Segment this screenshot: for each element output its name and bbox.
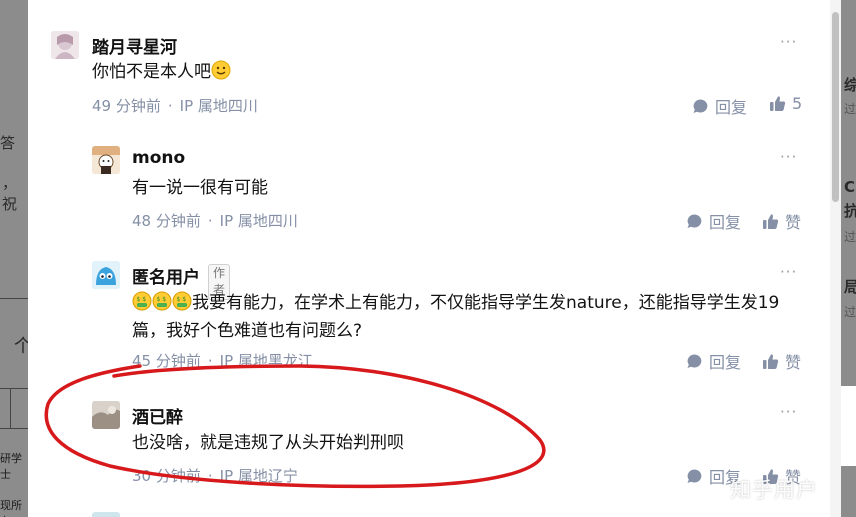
svg-text:$ $: $ $: [157, 296, 167, 303]
comment-location: IP 属地四川: [179, 97, 258, 115]
thumbs-up-icon: [763, 353, 779, 369]
watermark: 知乎用户: [730, 478, 818, 502]
like-button[interactable]: 5: [769, 94, 802, 113]
background-text: ，祝: [2, 174, 18, 213]
thumbs-up-icon: [763, 213, 779, 229]
thumbs-up-icon: [770, 96, 786, 111]
comment-meta: 45 分钟前 · IP 属地黑龙江: [132, 352, 313, 370]
comment-time: 48 分钟前: [132, 212, 201, 230]
comment-time: 49 分钟前: [92, 97, 161, 115]
comment-location: IP 属地黑龙江: [219, 352, 313, 370]
like-button[interactable]: 赞: [762, 209, 801, 233]
money-mouth-emoji-icon: $ $: [132, 291, 152, 311]
scrollbar[interactable]: [830, 0, 841, 517]
background-divider: [0, 388, 28, 389]
reply-button[interactable]: 回复: [692, 94, 747, 118]
more-dots-icon[interactable]: ···: [780, 148, 797, 166]
money-mouth-emoji-icon: $ $: [172, 291, 192, 311]
more-dots-icon[interactable]: ···: [780, 33, 797, 51]
comment-bubble-icon: [693, 99, 708, 113]
reply-button[interactable]: 回复: [686, 209, 741, 233]
comment-author[interactable]: 酒已醉: [132, 403, 183, 428]
comment-text: $ $ $ $ $ $ 我要有能力，在学术上有能力，不仅能指导学生发nature，还能…: [132, 291, 780, 341]
more-dots-icon[interactable]: ···: [780, 403, 797, 421]
comment-location: IP 属地四川: [219, 212, 298, 230]
comment-author[interactable]: 匿名用户: [132, 263, 200, 288]
avatar[interactable]: [92, 146, 120, 174]
comment-meta: 49 分钟前 · IP 属地四川: [92, 97, 258, 115]
comment-text: 也没啥，就是违规了从头开始判刑呗: [132, 433, 404, 453]
background-text: 过: [844, 305, 856, 319]
comment-text: 有一说一很有可能: [132, 178, 268, 198]
avatar[interactable]: [92, 261, 120, 289]
comment-text: 你怕不是本人吧: [92, 58, 812, 86]
background-text: 过: [844, 102, 856, 116]
comment-time: 30 分钟前: [132, 467, 201, 485]
more-dots-icon[interactable]: ···: [780, 263, 797, 281]
money-mouth-emoji-icon: $ $: [152, 291, 172, 311]
comment-author[interactable]: 踏月寻星河: [92, 33, 177, 58]
background-text: 研学士: [0, 452, 22, 481]
comment-bubble-icon: [687, 214, 702, 228]
avatar[interactable]: [92, 401, 120, 429]
reply-button[interactable]: 回复: [686, 349, 741, 373]
background-text: 答: [0, 134, 16, 152]
background-divider: [0, 428, 28, 429]
svg-text:$ $: $ $: [137, 296, 147, 303]
background-text: 综: [844, 76, 856, 94]
background-left-panel: 答 ，祝 个 研学士 现所在: [0, 0, 28, 517]
background-text: 抗: [844, 202, 856, 220]
svg-text:$ $: $ $: [177, 296, 187, 303]
comment-bubble-icon: [687, 354, 702, 368]
background-right-panel: 综 过 C 抗 过 局 过: [841, 0, 856, 517]
background-text: 局: [844, 278, 856, 296]
comment-time: 45 分钟前: [132, 352, 201, 370]
comment-location: IP 属地辽宁: [219, 467, 298, 485]
comment-bubble-icon: [687, 469, 702, 483]
comment-meta: 30 分钟前 · IP 属地辽宁: [132, 467, 298, 485]
comment-panel: 踏月寻星河 ··· 你怕不是本人吧 49 分钟前 · IP 属地四川 回复 5 mo…: [28, 0, 830, 517]
background-card: [841, 386, 856, 466]
background-text: 个: [14, 336, 28, 357]
comment-author[interactable]: mono: [132, 148, 185, 168]
scrollbar-thumb[interactable]: [832, 12, 839, 202]
avatar[interactable]: [51, 31, 79, 59]
background-text: C: [844, 178, 856, 196]
background-divider: [0, 298, 28, 299]
like-button[interactable]: 赞: [762, 349, 801, 373]
background-text: 过: [844, 230, 856, 244]
avatar[interactable]: [92, 512, 120, 517]
background-divider: [10, 388, 11, 428]
comment-meta: 48 分钟前 · IP 属地四川: [132, 212, 298, 230]
smile-emoji-icon: [211, 60, 231, 80]
background-text: 现所在: [0, 499, 22, 517]
